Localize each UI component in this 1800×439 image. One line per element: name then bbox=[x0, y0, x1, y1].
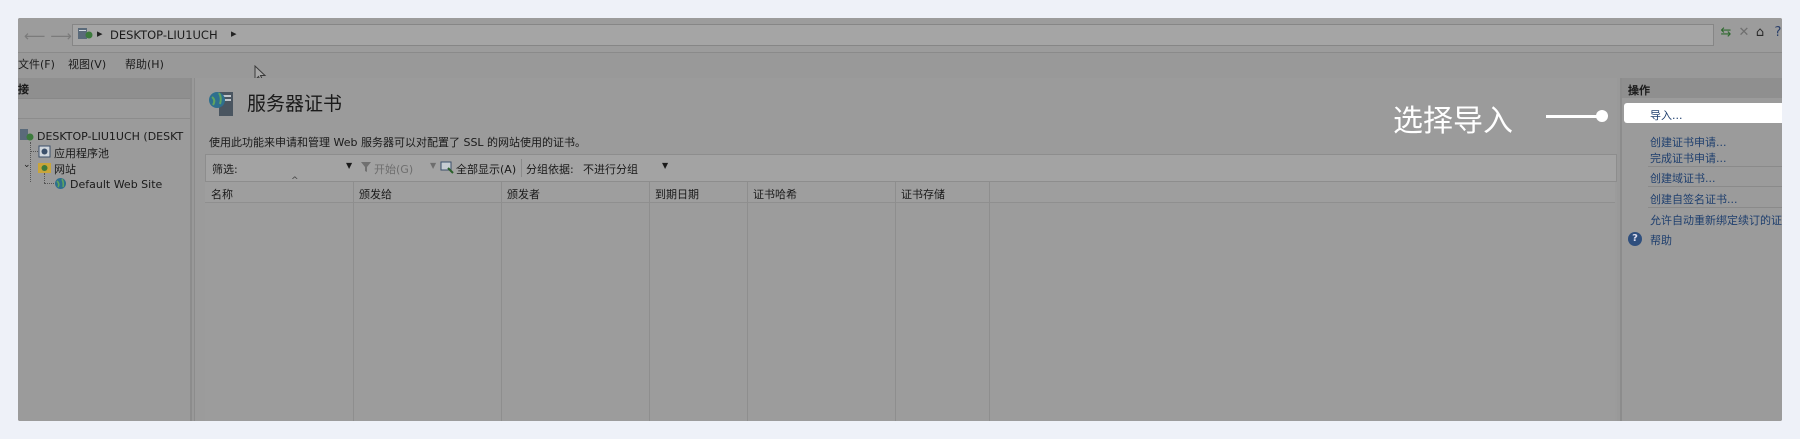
tree-item-server[interactable]: DESKTOP-LIU1UCH (DESKT bbox=[37, 130, 183, 143]
import-action[interactable]: 导入... bbox=[1624, 103, 1782, 123]
connections-panel: 接 DESKTOP-LIU1UCH (DESKT 应用程序池 ⌄ 网站 Defa… bbox=[18, 78, 192, 421]
sort-up-icon: ^ bbox=[291, 176, 299, 186]
certificates-table: ^ 名称 颁发给 颁发者 到期日期 证书哈希 证书存储 bbox=[205, 176, 1615, 421]
toolbar-icons: ⇆ ✕ ⌂ ? bbox=[1718, 25, 1782, 45]
server-icon bbox=[78, 28, 93, 39]
filter-bar: 筛选: ▼ 开始(G) ▼ 全部显示(A) 分组依据: 不进行分组 ▼ bbox=[205, 154, 1617, 182]
help-circle-icon: ? bbox=[1628, 232, 1642, 246]
help-action[interactable]: 帮助 bbox=[1650, 232, 1672, 248]
column-header: 证书存储 bbox=[901, 188, 945, 201]
action-separator bbox=[1648, 186, 1782, 187]
action-separator bbox=[1648, 166, 1782, 167]
column-issued-by[interactable]: 颁发者 bbox=[501, 182, 650, 421]
connections-header: 接 bbox=[18, 78, 190, 99]
actions-header: 操作 bbox=[1622, 78, 1782, 98]
funnel-icon bbox=[361, 162, 371, 172]
start-button[interactable]: 开始(G) bbox=[374, 161, 413, 177]
menu-file[interactable]: 文件(F) bbox=[18, 56, 55, 72]
column-store[interactable]: 证书存储 bbox=[895, 182, 990, 421]
show-all-button[interactable]: 全部显示(A) bbox=[456, 161, 516, 177]
tree-guide bbox=[44, 183, 54, 184]
create-request-action[interactable]: 创建证书申请... bbox=[1650, 134, 1727, 150]
server-node-icon bbox=[20, 129, 34, 141]
start-dropdown-icon[interactable]: ▼ bbox=[430, 161, 436, 170]
complete-request-action[interactable]: 完成证书申请... bbox=[1650, 150, 1727, 166]
action-separator bbox=[1648, 207, 1782, 208]
help-icon[interactable]: ? bbox=[1770, 25, 1782, 41]
column-expiration[interactable]: 到期日期 bbox=[649, 182, 748, 421]
annotation-text: 选择导入 bbox=[1393, 104, 1513, 139]
tree-item-default-site[interactable]: Default Web Site bbox=[70, 178, 162, 191]
column-issued-to[interactable]: 颁发给 bbox=[353, 182, 502, 421]
filter-label: 筛选: bbox=[212, 163, 238, 176]
sites-folder-icon bbox=[38, 163, 51, 173]
menu-view[interactable]: 视图(V) bbox=[68, 56, 106, 72]
home-icon[interactable]: ⌂ bbox=[1752, 25, 1768, 41]
filter-dropdown-icon[interactable]: ▼ bbox=[346, 161, 352, 170]
column-header: 颁发给 bbox=[359, 188, 392, 201]
page-description: 使用此功能来申请和管理 Web 服务器可以对配置了 SSL 的网站使用的证书。 bbox=[209, 136, 587, 149]
column-header: 证书哈希 bbox=[753, 188, 797, 201]
menu-help[interactable]: 帮助(H) bbox=[125, 56, 164, 72]
column-header: 名称 bbox=[211, 188, 233, 201]
column-hash[interactable]: 证书哈希 bbox=[747, 182, 896, 421]
show-all-icon bbox=[440, 161, 454, 174]
column-header: 颁发者 bbox=[507, 188, 540, 201]
page-title: 服务器证书 bbox=[247, 93, 343, 115]
group-by-select[interactable]: 不进行分组 bbox=[583, 161, 638, 177]
tree-item-app-pools[interactable]: 应用程序池 bbox=[54, 145, 109, 161]
toolbar-divider bbox=[521, 159, 522, 177]
annotation-pointer-line bbox=[1546, 115, 1602, 118]
create-domain-action[interactable]: 创建域证书... bbox=[1650, 170, 1716, 186]
group-by-dropdown-icon[interactable]: ▼ bbox=[662, 161, 668, 170]
actions-panel: 操作 导入... 创建证书申请... 完成证书申请... 创建域证书... 创建… bbox=[1620, 78, 1782, 421]
stop-icon[interactable]: ✕ bbox=[1736, 25, 1752, 41]
connections-toolbar bbox=[18, 100, 190, 119]
breadcrumb-server[interactable]: DESKTOP-LIU1UCH bbox=[110, 28, 218, 42]
create-self-signed-action[interactable]: 创建自签名证书... bbox=[1650, 191, 1738, 207]
group-by-label: 分组依据: bbox=[526, 163, 574, 176]
breadcrumb-separator[interactable]: ▸ bbox=[231, 27, 237, 40]
column-name[interactable]: ^ 名称 bbox=[205, 176, 354, 421]
iis-manager-window: ⟵ ⟶ ▸ DESKTOP-LIU1UCH ▸ ⇆ ✕ ⌂ ? 文件(F) 视图… bbox=[18, 18, 1782, 421]
forward-arrow-icon[interactable]: ⟵ ⟶ bbox=[24, 27, 72, 45]
address-bar-row: ⟵ ⟶ ▸ DESKTOP-LIU1UCH ▸ ⇆ ✕ ⌂ ? bbox=[18, 18, 1782, 53]
import-action-label[interactable]: 导入... bbox=[1650, 107, 1683, 123]
certificate-server-icon bbox=[209, 92, 233, 116]
annotation-pointer-dot bbox=[1596, 110, 1608, 122]
column-header: 到期日期 bbox=[655, 188, 699, 201]
auto-rebind-action[interactable]: 允许自动重新绑定续订的证书 bbox=[1650, 212, 1782, 228]
actions-title: 操作 bbox=[1628, 84, 1650, 97]
app-pool-icon bbox=[38, 145, 51, 158]
tree-guide bbox=[44, 173, 45, 183]
tree-item-sites[interactable]: 网站 bbox=[54, 161, 76, 177]
globe-icon bbox=[55, 178, 66, 189]
connections-title: 接 bbox=[18, 83, 29, 96]
collapse-chevron-icon[interactable]: ⌄ bbox=[23, 160, 31, 170]
address-bar[interactable]: ▸ DESKTOP-LIU1UCH ▸ bbox=[72, 24, 1714, 46]
breadcrumb-separator: ▸ bbox=[97, 27, 103, 40]
network-icon[interactable]: ⇆ bbox=[1718, 25, 1734, 41]
